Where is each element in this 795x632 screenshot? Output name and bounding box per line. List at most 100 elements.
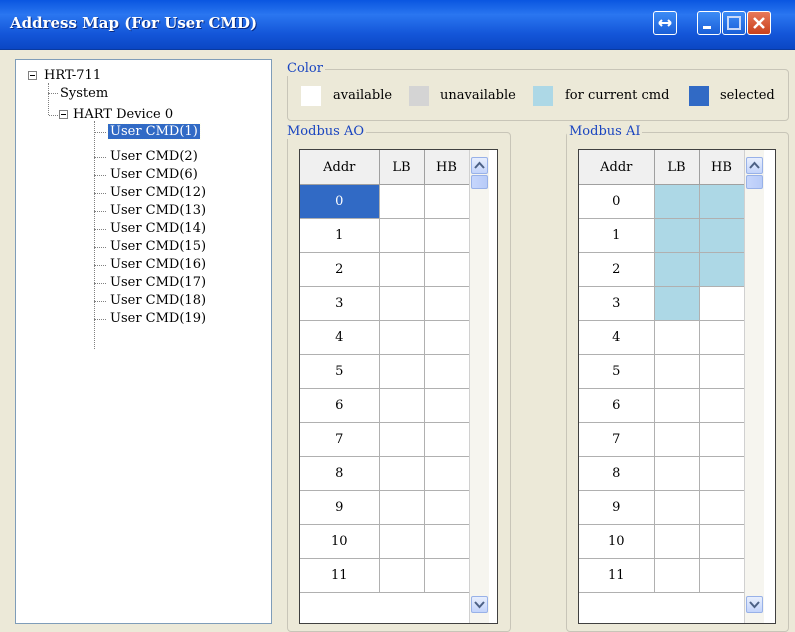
ao-addr-cell[interactable]: 7	[300, 422, 380, 457]
table-row[interactable]: 0	[300, 184, 470, 219]
maximize-button[interactable]	[722, 11, 746, 35]
ai-lb-cell[interactable]	[654, 524, 700, 559]
ao-lb-cell[interactable]	[379, 218, 425, 253]
ao-lb-cell[interactable]	[379, 422, 425, 457]
ao-lb-cell[interactable]	[379, 184, 425, 219]
ao-lb-cell[interactable]	[379, 490, 425, 525]
table-row[interactable]: 11	[579, 558, 745, 593]
ai-scroll-up-button[interactable]	[746, 157, 763, 174]
tree-node-user-cmd-13[interactable]: User CMD(13)	[110, 203, 206, 218]
table-row[interactable]: 1	[300, 218, 470, 253]
ai-hb-cell[interactable]	[699, 320, 745, 355]
ai-scroll-down-button[interactable]	[746, 596, 763, 613]
table-row[interactable]: 0	[579, 184, 745, 219]
ai-lb-cell[interactable]	[654, 320, 700, 355]
table-row[interactable]: 8	[579, 456, 745, 491]
tree-node-user-cmd-16[interactable]: User CMD(16)	[110, 257, 206, 272]
ai-addr-cell[interactable]: 1	[579, 218, 655, 253]
ai-lb-cell[interactable]	[654, 558, 700, 593]
table-row[interactable]: 3	[300, 286, 470, 321]
tree-node-user-cmd-6[interactable]: User CMD(6)	[110, 167, 198, 182]
collapse-device-icon[interactable]	[59, 110, 68, 119]
ai-addr-cell[interactable]: 5	[579, 354, 655, 389]
ao-hb-cell[interactable]	[424, 388, 470, 423]
ai-col-lb[interactable]: LB	[654, 150, 700, 185]
ai-lb-cell[interactable]	[654, 218, 700, 253]
ao-addr-cell[interactable]: 11	[300, 558, 380, 593]
table-row[interactable]: 11	[300, 558, 470, 593]
ai-addr-cell[interactable]: 9	[579, 490, 655, 525]
collapse-root-icon[interactable]	[28, 71, 37, 80]
ao-hb-cell[interactable]	[424, 218, 470, 253]
ai-hb-cell[interactable]	[699, 354, 745, 389]
ao-addr-cell[interactable]: 9	[300, 490, 380, 525]
ai-hb-cell[interactable]	[699, 218, 745, 253]
tree-node-user-cmd-1[interactable]: User CMD(1)	[107, 123, 201, 140]
ao-addr-cell[interactable]: 1	[300, 218, 380, 253]
ao-hb-cell[interactable]	[424, 456, 470, 491]
ai-lb-cell[interactable]	[654, 286, 700, 321]
ao-hb-cell[interactable]	[424, 558, 470, 593]
ao-lb-cell[interactable]	[379, 286, 425, 321]
tree-node-user-cmd-2[interactable]: User CMD(2)	[110, 149, 198, 164]
ai-addr-cell[interactable]: 3	[579, 286, 655, 321]
ao-addr-cell[interactable]: 3	[300, 286, 380, 321]
ao-col-hb[interactable]: HB	[424, 150, 470, 185]
modbus-ai-table[interactable]: Addr LB HB 0 1 2 3 4 5 6 7 8 9 10 11	[578, 149, 776, 624]
tree-node-device[interactable]: HART Device 0	[73, 107, 173, 122]
ai-hb-cell[interactable]	[699, 490, 745, 525]
ao-lb-cell[interactable]	[379, 524, 425, 559]
ao-scrollbar[interactable]	[469, 150, 489, 623]
ao-addr-cell[interactable]: 4	[300, 320, 380, 355]
ao-addr-cell[interactable]: 8	[300, 456, 380, 491]
ai-lb-cell[interactable]	[654, 184, 700, 219]
ao-hb-cell[interactable]	[424, 490, 470, 525]
ai-hb-cell[interactable]	[699, 184, 745, 219]
ai-hb-cell[interactable]	[699, 286, 745, 321]
ao-addr-cell[interactable]: 10	[300, 524, 380, 559]
ai-hb-cell[interactable]	[699, 422, 745, 457]
table-row[interactable]: 3	[579, 286, 745, 321]
tree-node-user-cmd-15[interactable]: User CMD(15)	[110, 239, 206, 254]
table-row[interactable]: 5	[579, 354, 745, 389]
ai-addr-cell[interactable]: 4	[579, 320, 655, 355]
table-row[interactable]: 10	[300, 524, 470, 559]
ai-scrollbar[interactable]	[744, 150, 764, 623]
ao-lb-cell[interactable]	[379, 456, 425, 491]
tree-node-user-cmd-17[interactable]: User CMD(17)	[110, 275, 206, 290]
table-row[interactable]: 2	[579, 252, 745, 287]
table-row[interactable]: 1	[579, 218, 745, 253]
table-row[interactable]: 6	[579, 388, 745, 423]
ai-addr-cell[interactable]: 2	[579, 252, 655, 287]
ai-lb-cell[interactable]	[654, 354, 700, 389]
device-tree[interactable]: HRT-711 System HART Device 0 User CMD(1)…	[15, 59, 272, 624]
close-button[interactable]	[747, 11, 771, 35]
table-row[interactable]: 6	[300, 388, 470, 423]
ao-addr-cell[interactable]: 0	[300, 184, 380, 219]
restore-size-button[interactable]	[653, 11, 677, 35]
ao-addr-cell[interactable]: 6	[300, 388, 380, 423]
ao-scroll-up-button[interactable]	[471, 157, 488, 174]
table-row[interactable]: 10	[579, 524, 745, 559]
ai-lb-cell[interactable]	[654, 252, 700, 287]
ai-lb-cell[interactable]	[654, 456, 700, 491]
ai-hb-cell[interactable]	[699, 456, 745, 491]
ai-scroll-thumb[interactable]	[746, 175, 763, 189]
ai-hb-cell[interactable]	[699, 388, 745, 423]
ao-hb-cell[interactable]	[424, 422, 470, 457]
ao-hb-cell[interactable]	[424, 524, 470, 559]
table-row[interactable]: 7	[579, 422, 745, 457]
minimize-button[interactable]	[697, 11, 721, 35]
ao-col-addr[interactable]: Addr	[300, 150, 380, 185]
ao-addr-cell[interactable]: 2	[300, 252, 380, 287]
ao-lb-cell[interactable]	[379, 252, 425, 287]
ai-lb-cell[interactable]	[654, 490, 700, 525]
ai-addr-cell[interactable]: 7	[579, 422, 655, 457]
table-row[interactable]: 2	[300, 252, 470, 287]
ao-lb-cell[interactable]	[379, 320, 425, 355]
ao-addr-cell[interactable]: 5	[300, 354, 380, 389]
ao-hb-cell[interactable]	[424, 184, 470, 219]
table-row[interactable]: 4	[300, 320, 470, 355]
tree-node-user-cmd-14[interactable]: User CMD(14)	[110, 221, 206, 236]
ao-lb-cell[interactable]	[379, 558, 425, 593]
